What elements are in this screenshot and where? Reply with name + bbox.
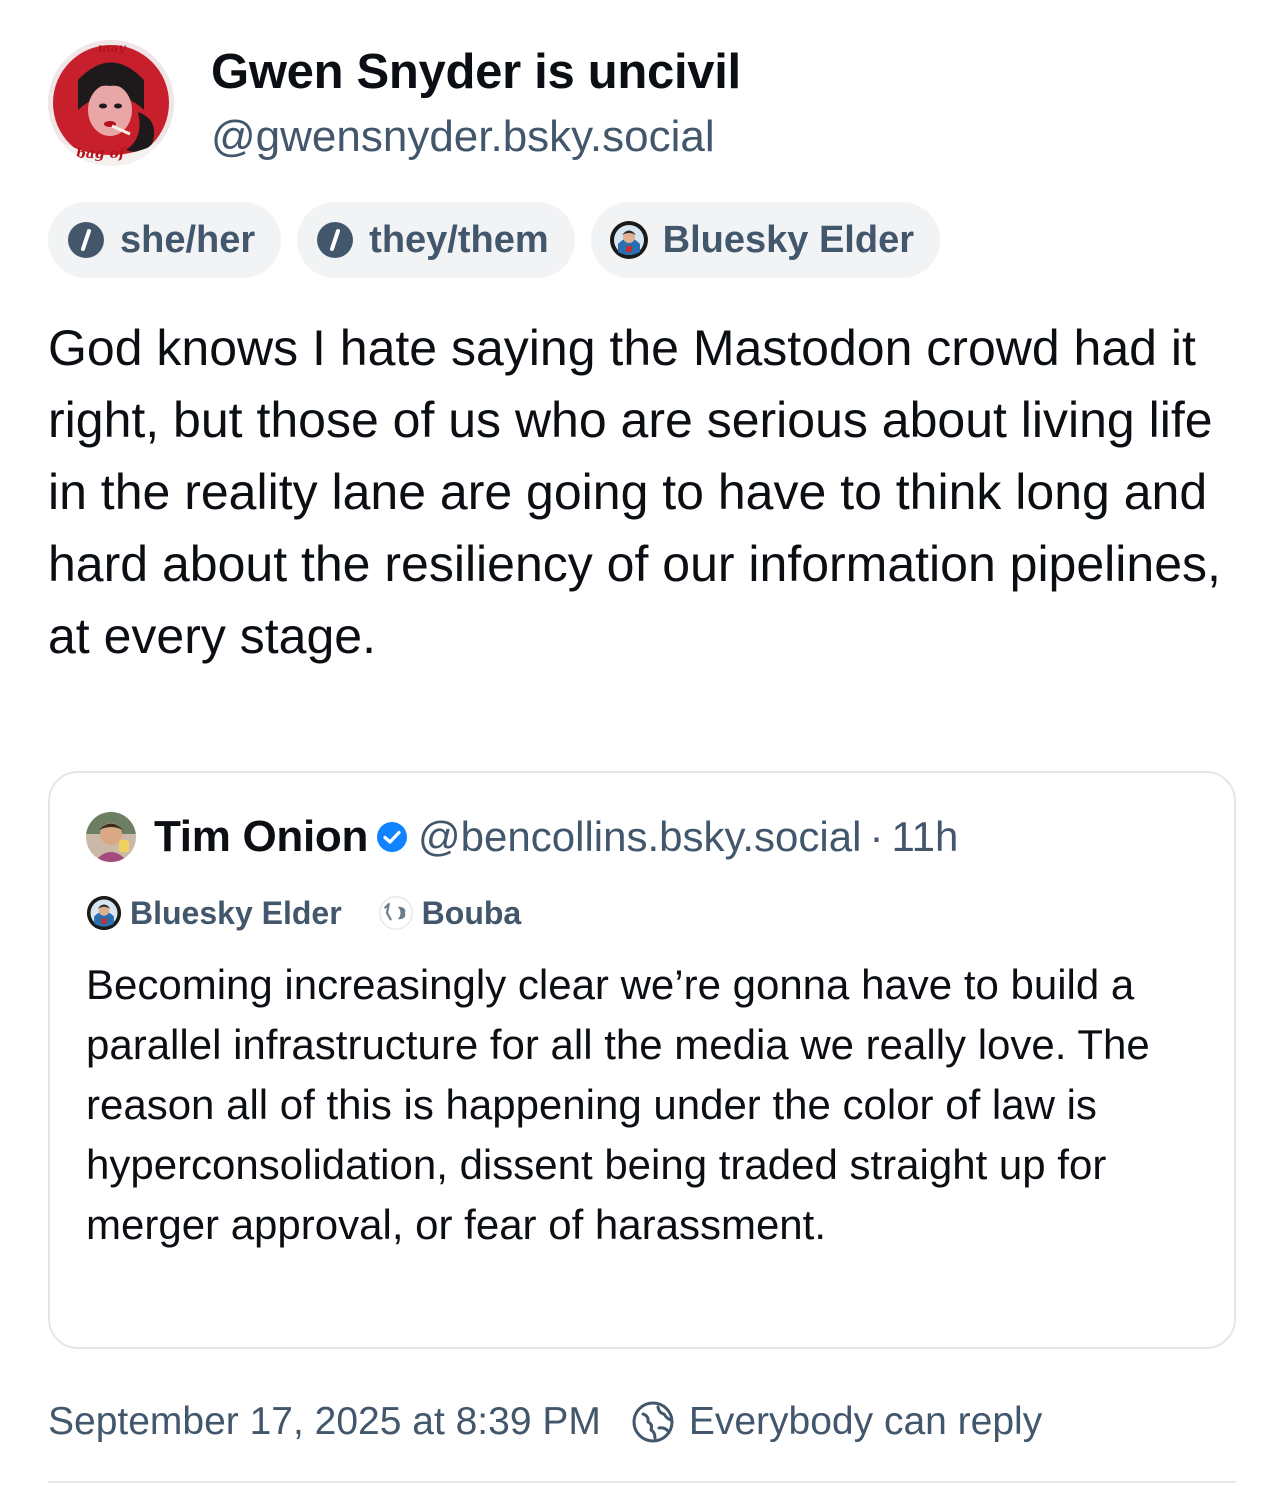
quoted-label-text: Bouba [421, 894, 522, 931]
info-circle-icon [317, 222, 354, 258]
labeler-badge-icon [609, 221, 648, 259]
quoted-label-bouba[interactable]: Bouba [378, 894, 522, 932]
labeler-badge-icon [86, 895, 122, 931]
author-avatar[interactable]: a bag of may [48, 40, 174, 166]
label-text: they/them [369, 218, 549, 261]
reply-setting-text[interactable]: Everybody can reply [689, 1400, 1042, 1444]
verified-check-icon [377, 822, 408, 852]
avatar-text-top: may [98, 41, 126, 55]
quoted-author-handle[interactable]: @bencollins.bsky.social [418, 813, 861, 861]
quoted-label-bluesky-elder[interactable]: Bluesky Elder [86, 895, 342, 932]
avatar-text-bottom: a bag of [62, 146, 128, 162]
post-footer: September 17, 2025 at 8:39 PM Everybody … [48, 1394, 1042, 1450]
author-labels: she/her they/them Bluesky Elder [48, 202, 940, 278]
quoted-author-labels: Bluesky Elder Bouba [86, 889, 521, 937]
quoted-author-name[interactable]: Tim Onion [154, 812, 368, 862]
quoted-author-avatar[interactable] [86, 812, 136, 862]
label-text: Bluesky Elder [662, 218, 914, 261]
label-pill-bluesky-elder[interactable]: Bluesky Elder [590, 202, 940, 278]
globe-reply-icon [632, 1401, 674, 1443]
quoted-post-text: Becoming increasingly clear we’re gonna … [86, 961, 1150, 1248]
post-text: God knows I hate saying the Mastodon cro… [48, 320, 1221, 664]
label-pill-they-them[interactable]: they/them [297, 202, 575, 278]
footer-divider [48, 1481, 1236, 1483]
label-text: she/her [120, 218, 256, 261]
info-circle-icon [68, 222, 104, 258]
quoted-label-text: Bluesky Elder [130, 894, 342, 931]
label-pill-she-her[interactable]: she/her [48, 202, 282, 278]
post-timestamp: September 17, 2025 at 8:39 PM [48, 1400, 601, 1443]
quoted-post[interactable]: Tim Onion @bencollins.bsky.social · 11h … [48, 771, 1236, 1349]
quoted-post-time[interactable]: 11h [891, 813, 958, 861]
author-handle[interactable]: @gwensnyder.bsky.social [211, 112, 715, 162]
bouba-icon [378, 896, 413, 930]
quoted-post-header: Tim Onion @bencollins.bsky.social · 11h [86, 809, 958, 865]
meta-separator: · [869, 813, 884, 860]
author-display-name[interactable]: Gwen Snyder is uncivil [211, 44, 741, 100]
